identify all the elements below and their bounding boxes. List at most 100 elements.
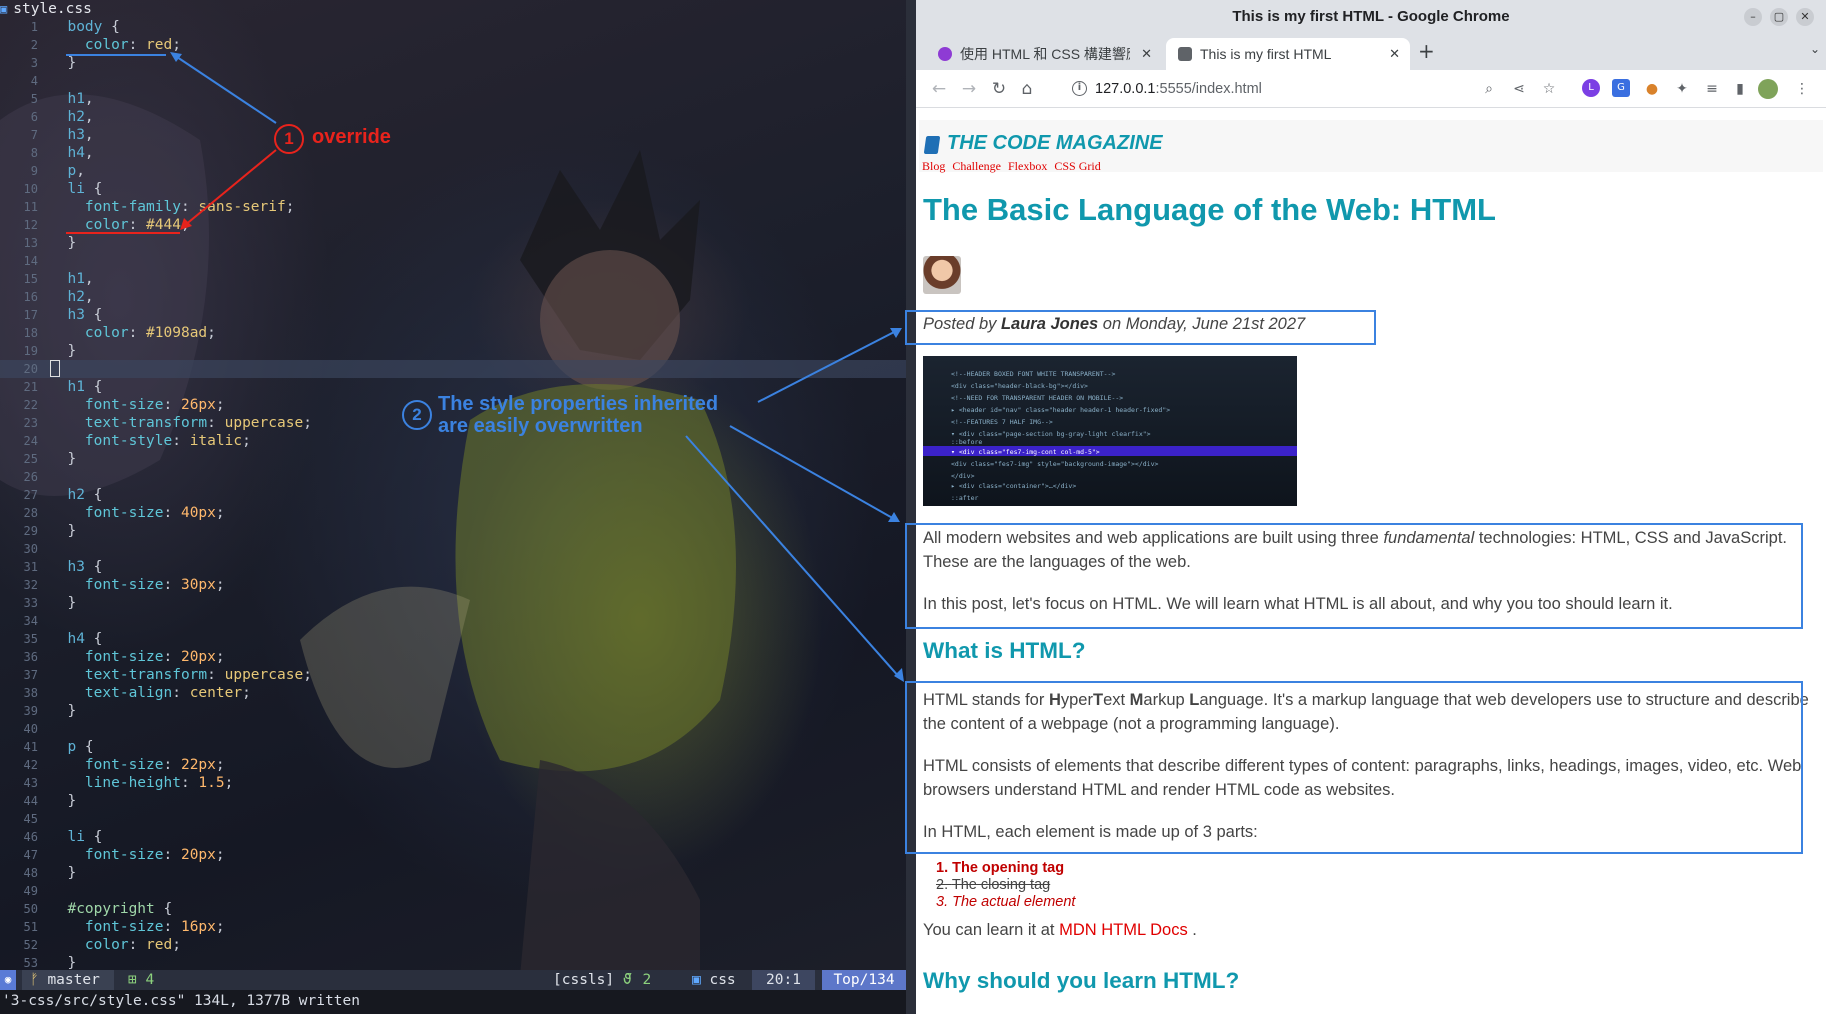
code-line[interactable]: 33 } — [0, 594, 906, 612]
cookie-extension-icon[interactable]: ● — [1642, 79, 1662, 99]
code-line[interactable]: 10 li { — [0, 180, 906, 198]
code-line[interactable]: 25 } — [0, 450, 906, 468]
code-line[interactable]: 39 } — [0, 702, 906, 720]
extensions-puzzle-icon[interactable]: ✦ — [1672, 79, 1692, 99]
nav-link-css-grid[interactable]: CSS Grid — [1054, 159, 1100, 173]
code-line[interactable]: 20 — [0, 360, 906, 378]
code-line[interactable]: 51 font-size: 16px; — [0, 918, 906, 936]
line-text — [50, 360, 60, 379]
code-line[interactable]: 27 h2 { — [0, 486, 906, 504]
code-line[interactable]: 13 } — [0, 234, 906, 252]
close-tab-icon[interactable]: ✕ — [1141, 38, 1152, 70]
line-number: 16 — [23, 290, 38, 304]
tab-first-html[interactable]: This is my first HTML ✕ — [1166, 38, 1410, 70]
line-text: } — [50, 55, 77, 71]
learn-suffix: . — [1187, 921, 1197, 939]
pane-divider[interactable] — [906, 0, 916, 1014]
line-text: #copyright { — [50, 901, 173, 917]
minimize-button[interactable]: – — [1744, 8, 1762, 26]
code-line[interactable]: 2 color: red; — [0, 36, 906, 54]
url-path: :5555/index.html — [1155, 81, 1262, 97]
p1-text-a: All modern websites and web applications… — [923, 529, 1384, 547]
bookmark-star-icon[interactable]: ☆ — [1539, 79, 1559, 99]
code-line[interactable]: 48 } — [0, 864, 906, 882]
code-line[interactable]: 18 color: #1098ad; — [0, 324, 906, 342]
profile-avatar[interactable] — [1758, 79, 1778, 99]
line-number: 31 — [23, 560, 38, 574]
code-line[interactable]: 3 } — [0, 54, 906, 72]
list-item: 3. The actual element — [936, 894, 1076, 910]
code-line[interactable]: 11 font-family: sans-serif; — [0, 198, 906, 216]
code-line[interactable]: 30 — [0, 540, 906, 558]
back-arrow-icon[interactable]: ← — [928, 78, 950, 100]
tab-search-chevron-icon[interactable]: ⌄ — [1810, 42, 1820, 56]
code-line[interactable]: 44 } — [0, 792, 906, 810]
close-tab-icon[interactable]: ✕ — [1389, 38, 1400, 70]
code-line[interactable]: 45 — [0, 810, 906, 828]
code-line[interactable]: 50 #copyright { — [0, 900, 906, 918]
code-line[interactable]: 49 — [0, 882, 906, 900]
code-line[interactable]: 1 body { — [0, 18, 906, 36]
forward-arrow-icon[interactable]: → — [958, 78, 980, 100]
reload-icon[interactable]: ↻ — [988, 78, 1010, 100]
code-line[interactable]: 28 font-size: 40px; — [0, 504, 906, 522]
code-line[interactable]: 15 h1, — [0, 270, 906, 288]
code-line[interactable]: 17 h3 { — [0, 306, 906, 324]
info-icon[interactable]: i — [1072, 81, 1087, 96]
tab-rwd-course[interactable]: 使用 HTML 和 CSS 構建響應 ✕ — [926, 38, 1162, 70]
nav-link-challenge[interactable]: Challenge — [952, 159, 1001, 173]
code-line[interactable]: 8 h4, — [0, 144, 906, 162]
line-number: 43 — [23, 776, 38, 790]
list-item: 2. The closing tag — [936, 877, 1051, 893]
code-line[interactable]: 34 — [0, 612, 906, 630]
reading-list-icon[interactable]: ≡ — [1702, 79, 1722, 99]
code-line[interactable]: 29 } — [0, 522, 906, 540]
translate-extension-icon[interactable]: G — [1612, 79, 1630, 97]
side-panel-icon[interactable]: ▮ — [1730, 79, 1750, 99]
code-line[interactable]: 37 text-transform: uppercase; — [0, 666, 906, 684]
code-line[interactable]: 7 h3, — [0, 126, 906, 144]
mdn-link[interactable]: MDN HTML Docs — [1059, 921, 1188, 939]
browser-toolbar: ← → ↻ ⌂ i 127.0.0.1:5555/index.html ⌕ ⋖ … — [916, 70, 1826, 108]
code-line[interactable]: 16 h2, — [0, 288, 906, 306]
code-line[interactable]: 47 font-size: 20px; — [0, 846, 906, 864]
code-line[interactable]: 35 h4 { — [0, 630, 906, 648]
nav-link-flexbox[interactable]: Flexbox — [1008, 159, 1047, 173]
menu-kebab-icon[interactable]: ⋮ — [1792, 79, 1812, 99]
code-line[interactable]: 32 font-size: 30px; — [0, 576, 906, 594]
address-bar[interactable]: i 127.0.0.1:5555/index.html — [1064, 74, 1464, 104]
code-line[interactable]: 5 h1, — [0, 90, 906, 108]
maximize-button[interactable]: ▢ — [1770, 8, 1788, 26]
code-line[interactable]: 14 — [0, 252, 906, 270]
line-text: } — [50, 451, 77, 467]
line-number: 52 — [23, 938, 38, 952]
code-line[interactable]: 12 color: #444; — [0, 216, 906, 234]
code-line[interactable]: 38 text-align: center; — [0, 684, 906, 702]
code-line[interactable]: 36 font-size: 20px; — [0, 648, 906, 666]
code-line[interactable]: 9 p, — [0, 162, 906, 180]
code-line[interactable]: 26 — [0, 468, 906, 486]
code-line[interactable]: 19 } — [0, 342, 906, 360]
code-line[interactable]: 40 — [0, 720, 906, 738]
code-line[interactable]: 31 h3 { — [0, 558, 906, 576]
home-icon[interactable]: ⌂ — [1016, 78, 1038, 100]
nav-link-blog[interactable]: Blog — [922, 159, 945, 173]
code-line[interactable]: 43 line-height: 1.5; — [0, 774, 906, 792]
share-icon[interactable]: ⋖ — [1509, 79, 1529, 99]
p3-T: T — [1092, 691, 1104, 709]
title-bar[interactable]: This is my first HTML - Google Chrome – … — [916, 0, 1826, 34]
code-line[interactable]: 42 font-size: 22px; — [0, 756, 906, 774]
command-line[interactable]: '3-css/src/style.css" 134L, 1377B writte… — [0, 990, 906, 1014]
zoom-icon[interactable]: ⌕ — [1479, 79, 1499, 99]
new-tab-button[interactable]: + — [1418, 38, 1435, 64]
code-line[interactable]: 46 li { — [0, 828, 906, 846]
extension-a-icon[interactable]: L — [1582, 79, 1600, 97]
code-line[interactable]: 41 p { — [0, 738, 906, 756]
p3-rest: anguage. It's a markup language that web… — [1199, 691, 1809, 709]
p3-ext: ext — [1103, 691, 1130, 709]
code-line[interactable]: 4 — [0, 72, 906, 90]
close-window-button[interactable]: ✕ — [1796, 8, 1814, 26]
code-line[interactable]: 52 color: red; — [0, 936, 906, 954]
code-area[interactable]: ▣ style.css 1 body {2 color: red; 3 } 4 5 h1… — [0, 0, 906, 976]
code-line[interactable]: 6 h2, — [0, 108, 906, 126]
